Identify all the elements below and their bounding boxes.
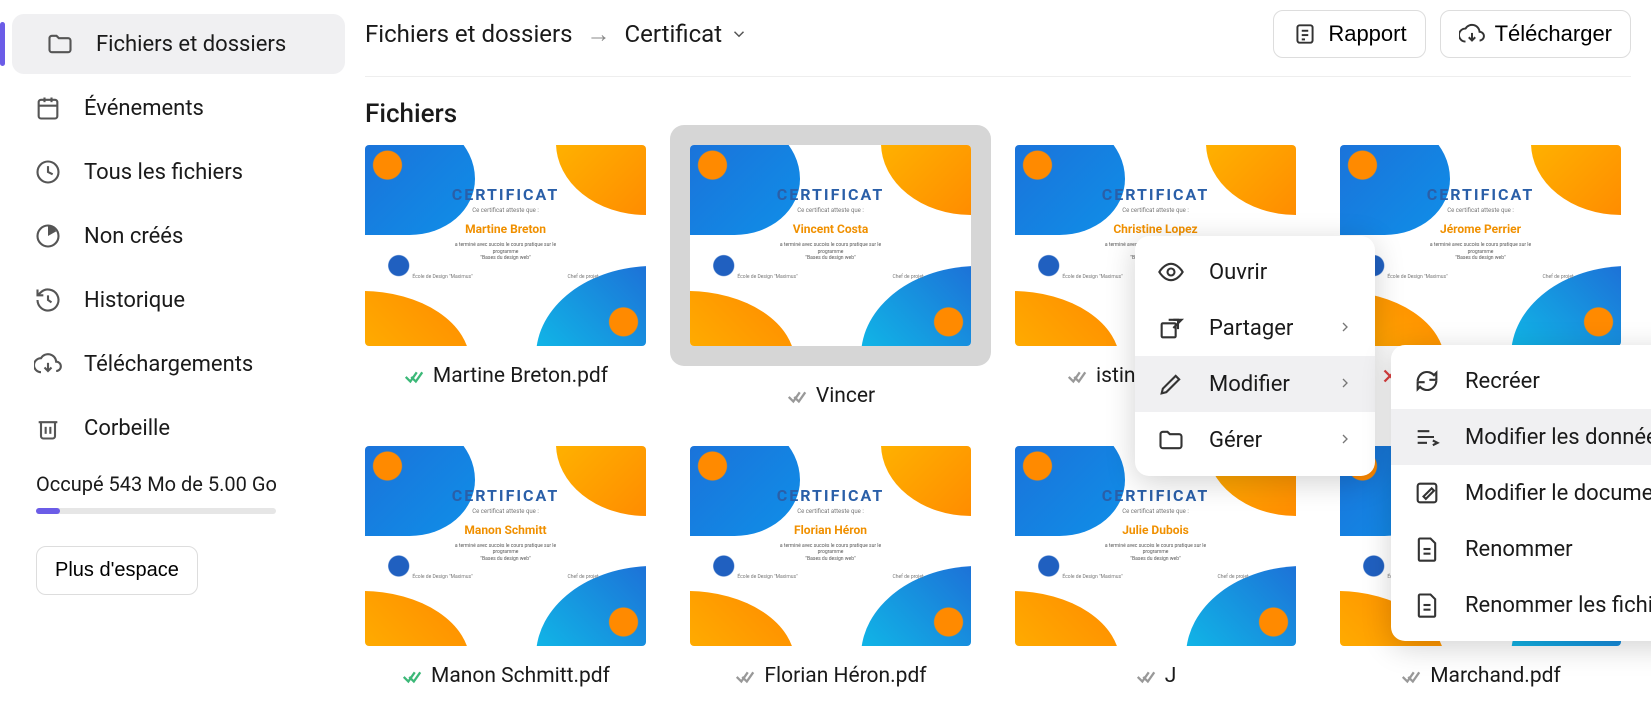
ctx-icon [1413, 367, 1441, 395]
ctx-icon [1413, 535, 1441, 563]
file-name: J [1165, 664, 1177, 688]
sidebar-item-label: Événements [84, 96, 204, 121]
status-icon [786, 385, 808, 407]
ctx-item-renommer[interactable]: Renommer [1391, 521, 1651, 577]
ctx-label: Ouvrir [1209, 260, 1267, 285]
chevron-right-icon [1337, 316, 1353, 341]
history-icon [32, 284, 64, 316]
sidebar-item-history[interactable]: Historique [0, 270, 345, 330]
file-name: Florian Héron.pdf [764, 664, 926, 688]
sidebar-item-label: Fichiers et dossiers [96, 32, 286, 57]
file-label: Marchand.pdf [1340, 664, 1621, 688]
ctx-item-renommer-les-fichiers[interactable]: Renommer les fichiers [1391, 577, 1651, 633]
file-name: Martine Breton.pdf [433, 364, 608, 388]
sidebar-item-events[interactable]: Événements [0, 78, 345, 138]
cloud-download-icon [1459, 21, 1485, 47]
ctx-icon [1157, 426, 1185, 454]
sidebar: Fichiers et dossiers Événements Tous les… [0, 0, 345, 711]
file-thumbnail: CERTIFICAT Ce certificat atteste que : M… [365, 145, 646, 346]
breadcrumb-sep: → [587, 20, 611, 49]
context-menu: Ouvrir Partager Modifier Gérer [1135, 236, 1375, 476]
folder-icon [44, 28, 76, 60]
sidebar-item-label: Téléchargements [84, 352, 253, 377]
sidebar-item-not-created[interactable]: Non créés [0, 206, 345, 266]
status-icon [401, 665, 423, 687]
sidebar-item-trash[interactable]: Corbeille [0, 398, 345, 458]
trash-icon [32, 412, 64, 444]
ctx-icon [1157, 258, 1185, 286]
ctx-label: Partager [1209, 316, 1293, 341]
file-label: Vincer [690, 384, 971, 408]
file-label: Manon Schmitt.pdf [365, 664, 646, 688]
calendar-icon [32, 92, 64, 124]
storage-info: Occupé 543 Mo de 5.00 Go [0, 462, 345, 524]
report-button[interactable]: Rapport [1273, 10, 1425, 58]
file-card[interactable]: CERTIFICAT Ce certificat atteste que : M… [365, 145, 646, 408]
ctx-item-ouvrir[interactable]: Ouvrir [1135, 244, 1375, 300]
ctx-label: Modifier [1209, 372, 1290, 397]
ctx-item-partager[interactable]: Partager [1135, 300, 1375, 356]
breadcrumb-root[interactable]: Fichiers et dossiers [365, 20, 573, 48]
chevron-right-icon [1337, 372, 1353, 397]
ctx-item-modifier[interactable]: Modifier [1135, 356, 1375, 412]
status-icon [403, 365, 425, 387]
ctx-item-modifier-le-document[interactable]: Modifier le document [1391, 465, 1651, 521]
breadcrumb-current[interactable]: Certificat [625, 20, 749, 48]
ctx-item-recréer[interactable]: Recréer [1391, 353, 1651, 409]
chevron-down-icon [730, 25, 748, 43]
file-card[interactable]: CERTIFICAT Ce certificat atteste que : V… [690, 145, 971, 408]
ctx-icon [1157, 370, 1185, 398]
ctx-item-gérer[interactable]: Gérer [1135, 412, 1375, 468]
ctx-icon [1413, 479, 1441, 507]
report-icon [1292, 21, 1318, 47]
status-icon [1066, 365, 1088, 387]
sidebar-item-label: Corbeille [84, 416, 170, 441]
topbar: Fichiers et dossiers → Certificat Rappor… [365, 10, 1631, 77]
file-thumbnail: CERTIFICAT Ce certificat atteste que : M… [365, 446, 646, 647]
ctx-item-modifier-les-données[interactable]: Modifier les données [1391, 409, 1651, 465]
status-icon [1135, 665, 1157, 687]
ctx-label: Gérer [1209, 428, 1262, 453]
more-space-button[interactable]: Plus d'espace [36, 546, 198, 595]
storage-bar [36, 508, 276, 514]
file-name: Manon Schmitt.pdf [431, 664, 610, 688]
ctx-label: Renommer [1465, 537, 1573, 562]
ctx-icon [1413, 591, 1441, 619]
ctx-icon [1413, 423, 1441, 451]
file-thumbnail: CERTIFICAT Ce certificat atteste que : F… [690, 446, 971, 647]
ctx-label: Recréer [1465, 369, 1540, 394]
sidebar-item-all-files[interactable]: Tous les fichiers [0, 142, 345, 202]
chevron-right-icon [1337, 428, 1353, 453]
file-card[interactable]: CERTIFICAT Ce certificat atteste que : M… [365, 446, 646, 689]
file-label: Martine Breton.pdf [365, 364, 646, 388]
main: Fichiers et dossiers → Certificat Rappor… [345, 0, 1651, 711]
sidebar-item-label: Historique [84, 288, 185, 313]
download-icon [32, 348, 64, 380]
file-card[interactable]: CERTIFICAT Ce certificat atteste que : J… [1015, 446, 1296, 689]
sidebar-item-label: Non créés [84, 224, 183, 249]
file-label: Florian Héron.pdf [690, 664, 971, 688]
ctx-label: Renommer les fichiers [1465, 593, 1651, 618]
breadcrumb: Fichiers et dossiers → Certificat [365, 20, 748, 49]
file-name: Vincer [816, 384, 875, 408]
ctx-label: Modifier le document [1465, 481, 1651, 506]
section-title: Fichiers [365, 99, 1631, 129]
storage-text: Occupé 543 Mo de 5.00 Go [36, 472, 277, 496]
sidebar-item-downloads[interactable]: Téléchargements [0, 334, 345, 394]
file-label: J [1015, 664, 1296, 688]
status-icon [1400, 665, 1422, 687]
pie-icon [32, 220, 64, 252]
sidebar-item-label: Tous les fichiers [84, 160, 243, 185]
file-name: Marchand.pdf [1430, 664, 1561, 688]
file-card[interactable]: CERTIFICAT Ce certificat atteste que : F… [690, 446, 971, 689]
context-submenu: Recréer Modifier les données Modifier le… [1391, 345, 1651, 641]
clock-icon [32, 156, 64, 188]
file-thumbnail: CERTIFICAT Ce certificat atteste que : J… [1340, 145, 1621, 346]
file-thumbnail: CERTIFICAT Ce certificat atteste que : V… [690, 145, 971, 346]
status-icon [734, 665, 756, 687]
ctx-icon [1157, 314, 1185, 342]
ctx-label: Modifier les données [1465, 425, 1651, 450]
sidebar-item-files[interactable]: Fichiers et dossiers [12, 14, 345, 74]
download-button[interactable]: Télécharger [1440, 10, 1631, 58]
